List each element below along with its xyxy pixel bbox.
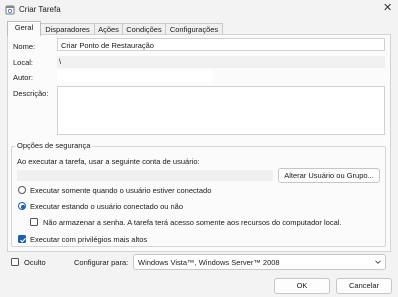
run-logged-or-not-radio[interactable]: [18, 202, 26, 210]
hidden-checkbox[interactable]: [11, 258, 19, 266]
tab-geral[interactable]: Geral: [7, 21, 41, 36]
chevron-down-icon: [374, 258, 382, 268]
security-group-title: Opções de segurança: [15, 141, 93, 150]
name-value: Criar Ponto de Restauração: [61, 41, 154, 50]
window-title: Criar Tarefa: [19, 5, 61, 14]
account-field: [17, 170, 273, 181]
location-value: \: [59, 57, 62, 66]
close-icon[interactable]: ✕: [383, 3, 392, 14]
task-scheduler-icon: [5, 4, 15, 15]
name-label: Nome:: [13, 42, 36, 51]
cancel-button[interactable]: Cancelar: [336, 278, 392, 294]
name-field[interactable]: Criar Ponto de Restauração: [57, 38, 385, 51]
configure-for-select[interactable]: Windows Vista™, Windows Server™ 2008: [133, 254, 386, 270]
description-field[interactable]: [57, 86, 385, 135]
run-as-text: Ao executar a tarefa, usar a seguinte co…: [17, 157, 200, 166]
location-field: \: [57, 56, 385, 68]
author-label: Autor:: [13, 73, 34, 82]
configure-for-value: Windows Vista™, Windows Server™ 2008: [138, 258, 280, 267]
description-label: Descrição:: [13, 89, 49, 98]
no-store-password-label: Não armazenar a senha. A tarefa terá ace…: [43, 218, 342, 227]
author-field: [57, 70, 213, 82]
tab-strip: Geral Disparadores Ações Condições Confi…: [7, 21, 391, 36]
run-logged-on-label: Executar somente quando o usuário estive…: [30, 186, 212, 195]
change-user-button[interactable]: Alterar Usuário ou Grupo...: [278, 168, 380, 183]
configure-for-label: Configurar para:: [74, 258, 129, 267]
title-bar: Criar Tarefa ✕: [0, 0, 398, 20]
ok-button[interactable]: OK: [274, 278, 330, 294]
run-logged-on-radio[interactable]: [18, 186, 26, 194]
location-label: Local:: [13, 58, 34, 67]
highest-privileges-label: Executar com privilégios mais altos: [30, 235, 148, 244]
no-store-password-checkbox[interactable]: [30, 218, 38, 226]
checkmark-icon: [20, 237, 27, 243]
run-logged-or-not-label: Executar estando o usuário conectado ou …: [30, 202, 184, 211]
highest-privileges-checkbox[interactable]: [18, 235, 27, 243]
hidden-label: Oculto: [24, 258, 46, 267]
